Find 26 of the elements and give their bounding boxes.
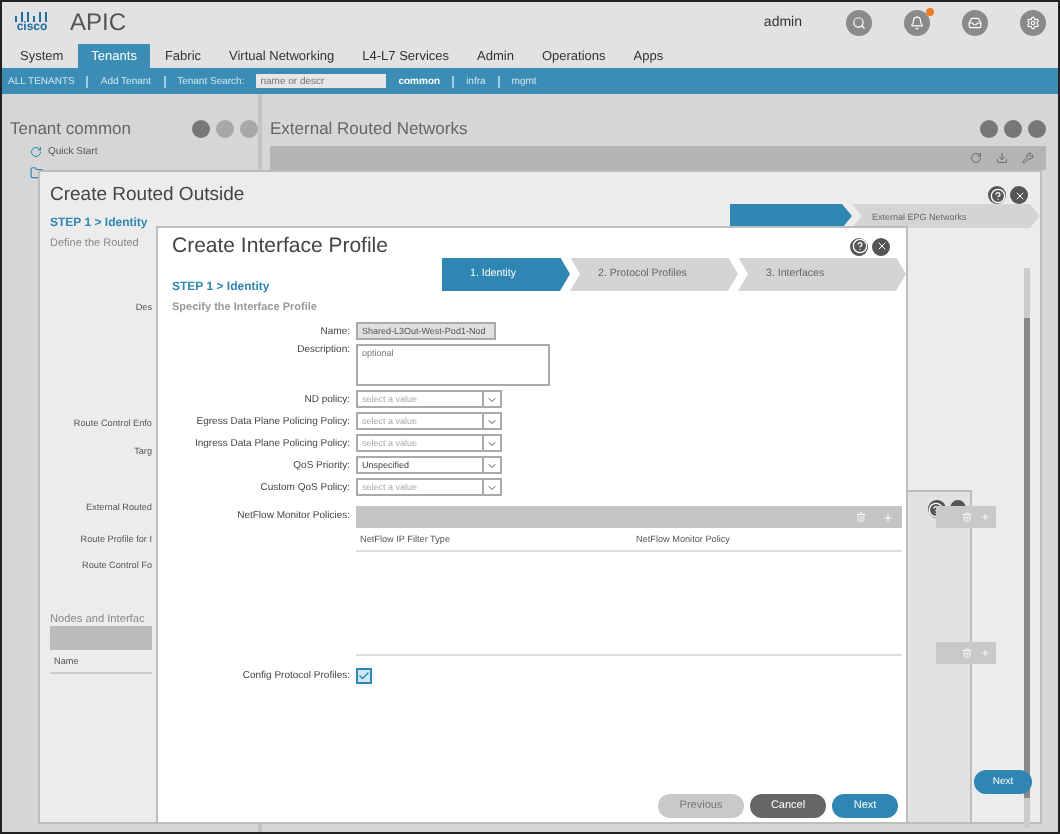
search-icon[interactable] [846, 9, 872, 35]
trash-icon[interactable] [856, 512, 866, 522]
table-header-bar [50, 626, 152, 650]
trash-icon[interactable] [962, 648, 972, 658]
dialog-title: Create Routed Outside [50, 184, 247, 206]
help-icon[interactable] [988, 186, 1006, 204]
tools-icon[interactable] [1022, 152, 1034, 164]
logo-bars-icon [14, 11, 50, 21]
wizard-step[interactable] [730, 204, 852, 228]
close-icon[interactable] [872, 237, 890, 255]
dialog-title: Create Interface Profile [172, 234, 390, 258]
refresh-icon[interactable] [970, 152, 982, 164]
settings-icon[interactable] [1020, 9, 1046, 35]
download-icon[interactable] [996, 152, 1008, 164]
product-name: APIC [70, 8, 127, 36]
quick-start-icon [30, 146, 42, 158]
panel-title: Tenant common [10, 118, 133, 138]
bell-icon[interactable] [904, 9, 930, 35]
checkbox[interactable] [356, 668, 372, 684]
close-icon[interactable] [1010, 186, 1028, 204]
panel-title: External Routed Networks [270, 118, 470, 138]
plus-icon[interactable] [882, 511, 894, 523]
trash-icon[interactable] [962, 512, 972, 522]
help-icon[interactable] [850, 237, 868, 255]
scrollbar[interactable] [1024, 268, 1030, 828]
tray-icon[interactable] [962, 9, 988, 35]
